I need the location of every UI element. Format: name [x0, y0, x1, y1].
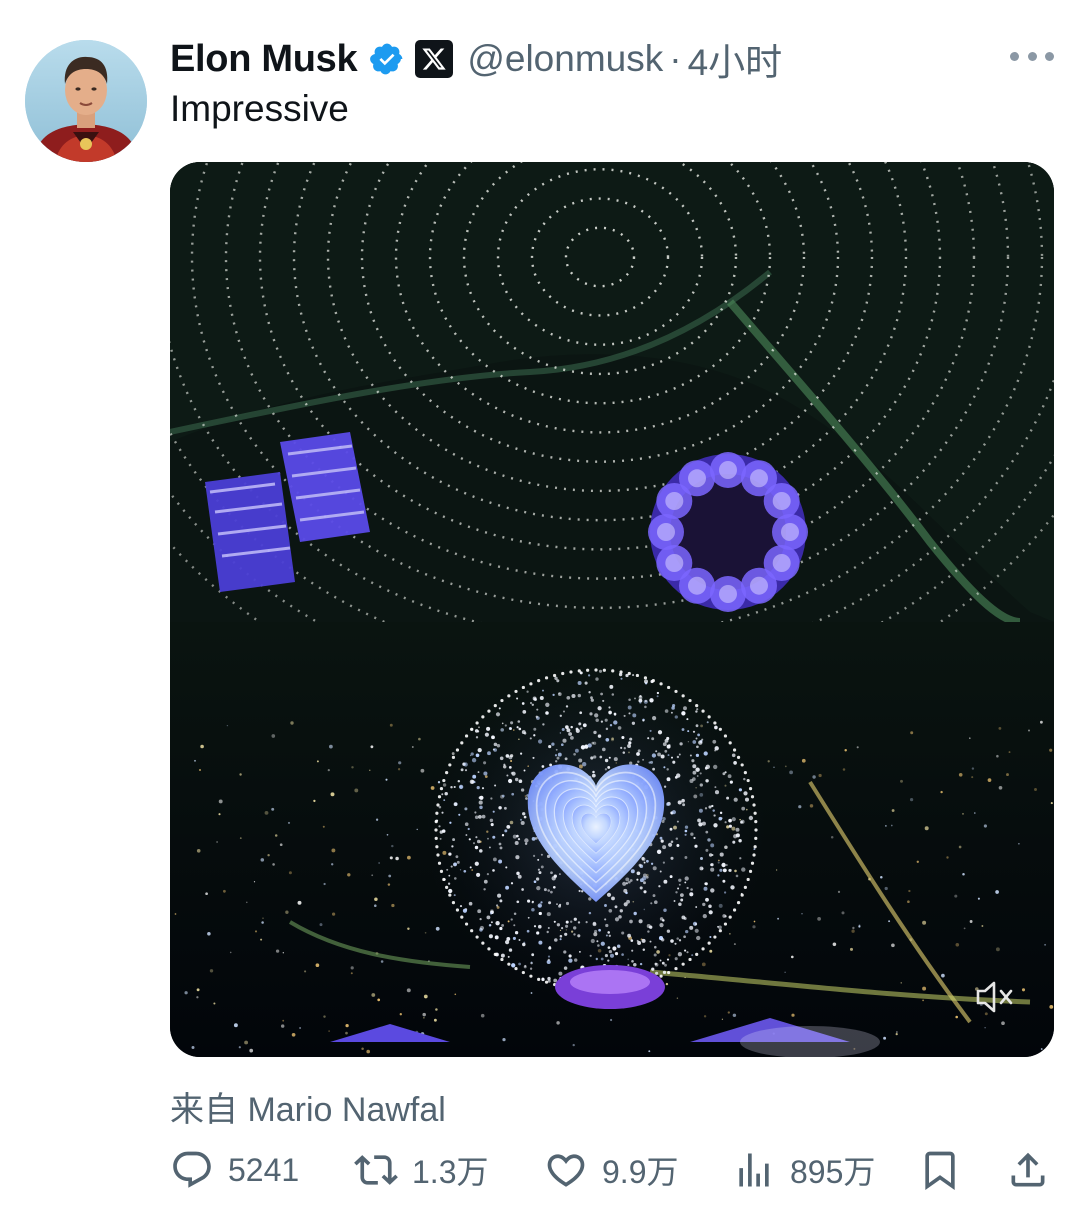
- views-icon: [739, 1153, 769, 1187]
- author-avatar[interactable]: [25, 40, 147, 162]
- action-bar: 5241 1.3万 9.9万 895万: [170, 1140, 1054, 1200]
- share-button[interactable]: [1006, 1140, 1050, 1200]
- views-count: 895万: [790, 1154, 876, 1190]
- views-button[interactable]: 895万: [732, 1140, 875, 1200]
- video-frame: [170, 162, 1054, 1057]
- separator-dot: ·: [669, 38, 682, 79]
- tweet-text: Impressive: [170, 88, 349, 129]
- tweet-card: Elon Musk @elonmusk · 4小时 Impressive 来自 …: [0, 0, 1080, 1224]
- bookmark-icon: [925, 1151, 955, 1191]
- tweet-header: Elon Musk @elonmusk · 4小时: [170, 34, 782, 84]
- share-icon: [1011, 1152, 1045, 1187]
- verified-badge-icon[interactable]: [369, 41, 405, 77]
- more-horizontal-icon[interactable]: [1010, 48, 1054, 64]
- like-count: 9.9万: [602, 1154, 679, 1190]
- bookmark-button[interactable]: [918, 1140, 962, 1200]
- repost-count: 1.3万: [412, 1154, 489, 1190]
- repost-button[interactable]: 1.3万: [354, 1140, 489, 1200]
- repost-icon: [354, 1155, 398, 1185]
- post-time[interactable]: 4小时: [688, 32, 783, 86]
- heart-icon: [547, 1154, 585, 1187]
- volume-muted-icon[interactable]: [974, 979, 1016, 1015]
- tweet-video[interactable]: [170, 162, 1054, 1057]
- author-name[interactable]: Elon Musk: [170, 38, 358, 81]
- like-button[interactable]: 9.9万: [544, 1140, 679, 1200]
- x-logo-icon[interactable]: [415, 40, 454, 78]
- author-handle[interactable]: @elonmusk: [467, 38, 663, 80]
- source-attribution[interactable]: 来自 Mario Nawfal: [170, 1082, 446, 1131]
- reply-count: 5241: [228, 1151, 300, 1188]
- reply-icon: [173, 1151, 211, 1188]
- reply-button[interactable]: 5241: [170, 1140, 299, 1200]
